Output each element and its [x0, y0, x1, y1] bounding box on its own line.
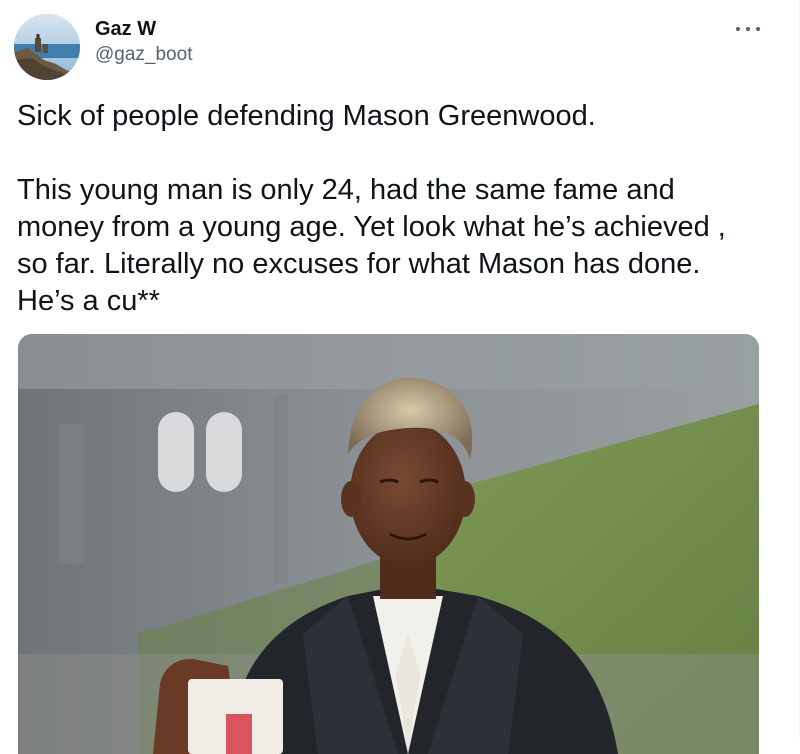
photo-young-man-suit-icon: [18, 334, 759, 754]
author-info: Gaz W @gaz_boot: [95, 16, 192, 68]
more-horizontal-icon-dot: [746, 27, 750, 31]
more-horizontal-icon: [736, 27, 740, 31]
tweet-text-line: Sick of people defending Mason Greenwood…: [17, 100, 596, 132]
tweet-text-line: money from a young age. Yet look what he…: [17, 211, 726, 243]
author-display-name[interactable]: Gaz W: [95, 16, 192, 42]
avatar-coastal-photo-icon: [14, 14, 80, 80]
more-horizontal-icon-dot: [756, 27, 760, 31]
tweet-text-line: He’s a cu**: [17, 285, 160, 317]
tweet-photo[interactable]: [18, 334, 759, 754]
author-avatar[interactable]: [14, 14, 80, 80]
author-handle[interactable]: @gaz_boot: [95, 42, 192, 68]
tweet-text-line: This young man is only 24, had the same …: [17, 174, 675, 206]
tweet-text: Sick of people defending Mason Greenwood…: [17, 98, 777, 320]
more-options-button[interactable]: [733, 18, 763, 40]
tweet-text-line: so far. Literally no excuses for what Ma…: [17, 248, 701, 280]
tweet: Gaz W @gaz_boot Sick of people defending…: [0, 0, 800, 754]
